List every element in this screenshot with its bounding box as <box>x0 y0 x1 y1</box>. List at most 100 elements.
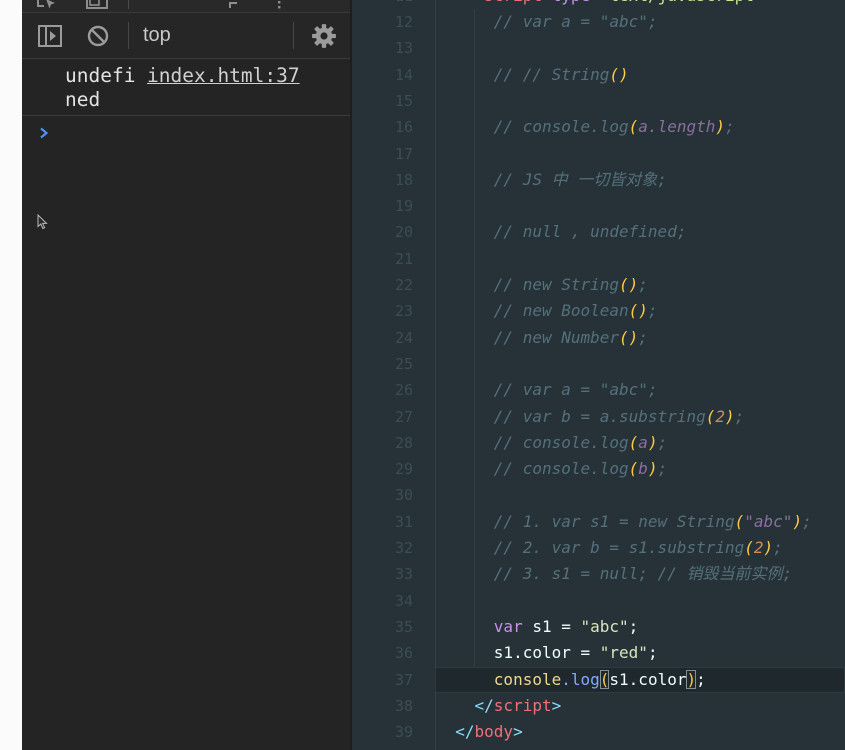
code-line[interactable]: 25 <box>352 351 845 377</box>
code-line[interactable]: 24 // new Number(); <box>352 325 845 351</box>
code-token: "text/javascript" <box>600 0 764 5</box>
code-token: ; <box>773 538 783 557</box>
code-token: 2 <box>715 406 725 426</box>
code-token: // 3. s1 = null; // 销毁当前实例; <box>436 564 793 584</box>
code-line[interactable]: 19 <box>352 193 845 219</box>
line-number: 13 <box>394 39 413 58</box>
console-input[interactable] <box>58 118 338 144</box>
code-line[interactable]: 33 // 3. s1 = null; // 销毁当前实例; <box>352 561 845 587</box>
line-number: 33 <box>394 565 413 584</box>
javascript-context-selector[interactable]: top <box>143 13 171 58</box>
code-token: ) <box>792 511 803 531</box>
code-line[interactable]: 17 <box>352 141 845 167</box>
code-line[interactable]: 28 // console.log(a); <box>352 430 845 456</box>
cut-off-toolbar-icon[interactable] <box>275 0 283 12</box>
line-number: 14 <box>394 65 413 84</box>
code-token: var <box>436 616 523 636</box>
sidebar-toggle-icon <box>38 24 62 47</box>
line-number: 18 <box>394 170 413 189</box>
line-number: 32 <box>394 539 413 557</box>
code-token: // new String <box>436 275 620 294</box>
code-line[interactable]: 27 // var b = a.substring(2); <box>352 404 845 430</box>
line-number: 16 <box>394 118 413 137</box>
code-token: // JS 中 一切皆对象; <box>436 169 667 189</box>
code-token: "red" <box>599 643 648 663</box>
code-line[interactable]: 34 <box>352 588 845 614</box>
code-token: console <box>436 669 562 689</box>
line-number: 24 <box>394 328 413 347</box>
cut-off-toolbar-icon-svg <box>278 1 281 9</box>
code-token: () <box>628 301 648 321</box>
console-toolbar: top <box>22 13 350 59</box>
code-token: ) <box>763 538 774 557</box>
code-token: a <box>638 432 648 452</box>
line-code: // 2. var b = s1.substring(2); <box>436 535 783 561</box>
code-token: // console.log <box>436 117 629 137</box>
console-message-text: undefined <box>65 64 136 111</box>
code-token: ) <box>725 406 735 426</box>
code-line[interactable]: 20 // null , undefined; <box>352 219 845 245</box>
code-token: // // String <box>436 64 610 84</box>
code-editor[interactable]: 11 <script type="text/javascript">12 // … <box>352 0 845 750</box>
line-code: // 1. var s1 = new String("abc"); <box>436 509 812 535</box>
inspect-element-icon[interactable] <box>35 0 59 12</box>
code-line[interactable]: 30 <box>352 482 845 508</box>
line-number: 17 <box>394 144 413 163</box>
line-number: 23 <box>394 302 413 321</box>
code-token: s1 = <box>522 616 581 636</box>
line-number: 21 <box>394 249 413 268</box>
code-line[interactable]: 31 // 1. var s1 = new String("abc"); <box>352 509 845 535</box>
code-line[interactable]: 36 s1.color = "red"; <box>352 640 845 666</box>
code-line[interactable]: 29 // console.log(b); <box>352 456 845 482</box>
line-code: console.log(s1.color); <box>436 667 706 693</box>
code-token: "abc" <box>580 616 629 636</box>
code-line[interactable]: 35 var s1 = "abc"; <box>352 614 845 640</box>
cut-off-toolbar-icon-svg <box>229 2 237 8</box>
code-line[interactable]: 18 // JS 中 一切皆对象; <box>352 167 845 193</box>
code-line[interactable]: 11 <script type="text/javascript"> <box>352 0 845 9</box>
code-line[interactable]: 21 <box>352 246 845 272</box>
code-token: ; <box>657 432 668 452</box>
cut-off-toolbar-icon[interactable] <box>228 0 240 12</box>
code-token: "abc" <box>744 511 793 531</box>
device-toolbar-icon[interactable] <box>85 0 109 12</box>
line-number: 11 <box>362 0 413 9</box>
mouse-cursor-icon <box>37 214 48 230</box>
line-code: // // String() <box>436 62 629 88</box>
code-line[interactable]: 26 // var a = "abc"; <box>352 377 845 403</box>
line-number: 22 <box>394 276 413 294</box>
code-line[interactable]: 15 <box>352 88 845 114</box>
code-line[interactable]: 14 // // String() <box>352 62 845 88</box>
code-token: </ <box>436 722 475 742</box>
code-line[interactable]: 13 <box>352 35 845 61</box>
code-line[interactable]: 38 </script> <box>352 693 845 719</box>
code-line-current[interactable]: 37 console.log(s1.color); <box>352 667 845 693</box>
code-line[interactable]: 12 // var a = "abc"; <box>352 9 845 35</box>
console-message-source-link[interactable]: index.html:37 <box>147 64 300 88</box>
code-token: // console.log <box>436 432 629 452</box>
code-line[interactable]: 22 // new String(); <box>352 272 845 298</box>
code-token: // console.log <box>436 459 629 479</box>
line-code: // 3. s1 = null; // 销毁当前实例; <box>436 561 792 587</box>
code-token: // var a = "abc"; <box>436 380 658 400</box>
code-token: type <box>542 0 591 5</box>
console-message: undefined index.html:37 <box>22 59 350 116</box>
console-settings-button[interactable] <box>310 13 338 58</box>
matched-bracket: ( <box>599 669 610 689</box>
code-line[interactable]: 32 // 2. var b = s1.substring(2); <box>352 535 845 561</box>
line-number: 29 <box>394 460 413 479</box>
code-line[interactable]: 16 // console.log(a.length); <box>352 114 845 140</box>
code-line[interactable]: 23 // new Boolean(); <box>352 298 845 324</box>
line-number: 20 <box>394 223 413 242</box>
code-token: = <box>590 0 600 5</box>
line-number: 19 <box>394 197 413 216</box>
code-token: ( <box>744 538 754 557</box>
clear-console-button[interactable] <box>84 13 112 58</box>
code-line[interactable]: 39 </body> <box>352 719 845 745</box>
code-token: ; <box>638 327 648 347</box>
show-console-sidebar-button[interactable] <box>36 13 64 58</box>
code-token: ; <box>734 406 745 426</box>
line-code: // console.log(a.length); <box>436 114 735 140</box>
code-token: // new Boolean <box>436 301 629 321</box>
code-token: .log <box>561 669 600 689</box>
